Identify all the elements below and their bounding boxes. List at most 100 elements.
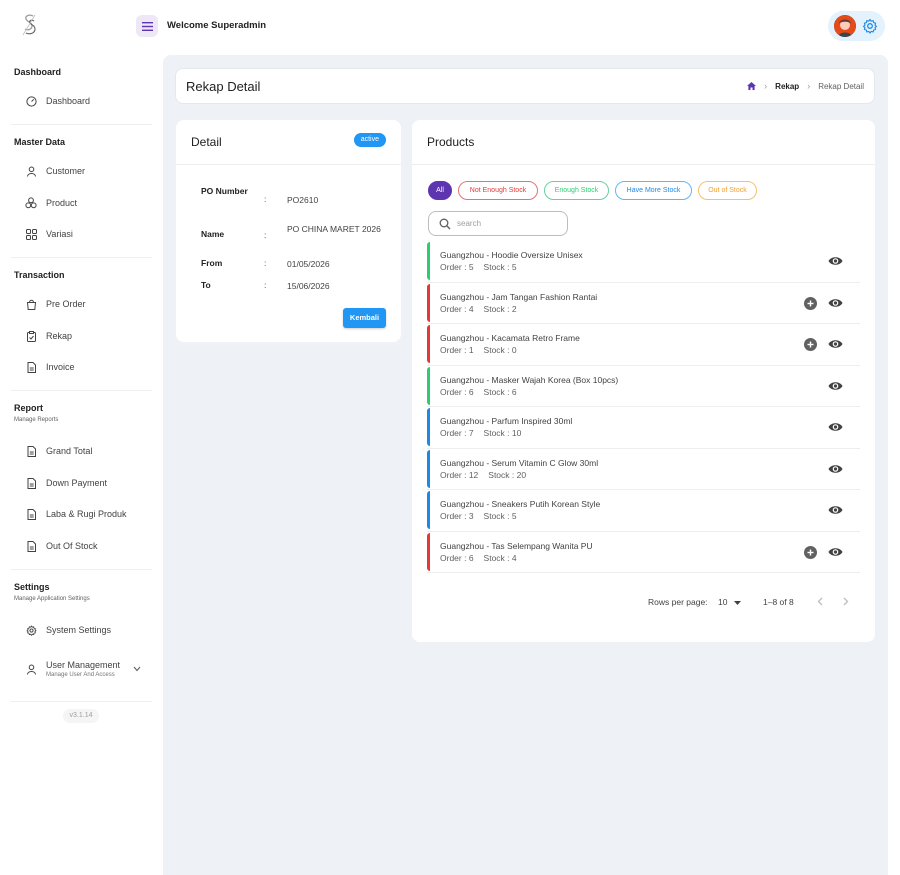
- add-circle-icon[interactable]: [804, 338, 817, 351]
- eye-icon[interactable]: [828, 254, 843, 268]
- add-circle-icon[interactable]: [804, 545, 817, 559]
- sidebar-item-system-settings[interactable]: System Settings: [14, 618, 152, 642]
- product-name: Guangzhou - Tas Selempang Wanita PU: [440, 540, 593, 551]
- colon: :: [264, 258, 267, 268]
- product-name: Guangzhou - Serum Vitamin C Glow 30ml: [440, 457, 599, 468]
- chevron-right-icon: ›: [764, 81, 768, 91]
- sidebar: Dashboard Dashboard Master Data Customer…: [0, 52, 162, 875]
- breadcrumb: › Rekap › Rekap Detail: [747, 81, 864, 91]
- section-title-master-data: Master Data: [14, 137, 66, 147]
- stock-value: 5: [511, 262, 517, 272]
- eye-icon[interactable]: [828, 379, 843, 393]
- sidebar-item-label: Pre Order: [46, 299, 86, 309]
- filter-chip-enough-stock[interactable]: Enough Stock: [544, 181, 609, 200]
- product-row: Guangzhou - Masker Wajah Korea (Box 10pc…: [427, 366, 860, 407]
- eye-icon[interactable]: [828, 462, 843, 476]
- stock-status-bar: [427, 366, 430, 405]
- chevron-down-icon[interactable]: [133, 664, 141, 674]
- stock-status-bar: [427, 532, 430, 571]
- top-bar: Welcome Superadmin: [0, 0, 900, 52]
- card-title: Products: [427, 135, 475, 149]
- po-number-value: PO2610: [287, 195, 319, 205]
- menu-icon: [141, 21, 153, 31]
- prev-page-button[interactable]: [817, 597, 823, 608]
- sidebar-item-rekap[interactable]: Rekap: [14, 324, 152, 348]
- eye-icon[interactable]: [828, 545, 843, 559]
- product-row: Guangzhou - Parfum Inspired 30ml Order : …: [427, 407, 860, 449]
- sidebar-item-product[interactable]: Product: [14, 191, 152, 215]
- filter-chip-not-enough-stock[interactable]: Not Enough Stock: [458, 181, 538, 200]
- product-meta: Order : 7 Stock : 10: [440, 428, 531, 438]
- page-title: Rekap Detail: [186, 79, 261, 94]
- order-count: Order : 1: [440, 345, 474, 355]
- sidebar-item-user-management[interactable]: User Management Manage User And Access: [14, 654, 152, 684]
- stock-count: Stock : 2: [484, 304, 517, 314]
- home-icon[interactable]: [747, 82, 757, 90]
- card-title: Detail: [191, 135, 222, 149]
- profile-menu[interactable]: [828, 11, 885, 41]
- chevron-right-icon: ›: [807, 81, 811, 91]
- name-label: Name: [201, 229, 225, 239]
- report-file-icon: [25, 477, 37, 489]
- welcome-text: Welcome Superadmin: [167, 20, 267, 31]
- filter-chip-have-more-stock[interactable]: Have More Stock: [615, 181, 692, 200]
- filter-chip-all[interactable]: All: [428, 181, 452, 200]
- stock-label: Stock :: [483, 345, 512, 355]
- dashboard-icon: [25, 95, 37, 107]
- sidebar-item-out-of-stock[interactable]: Out Of Stock: [14, 534, 152, 558]
- next-page-button[interactable]: [843, 597, 849, 608]
- product-list: Guangzhou - Hoodie Oversize Unisex Order …: [427, 241, 860, 573]
- colon: :: [264, 230, 267, 240]
- stock-label: Stock :: [483, 428, 512, 438]
- sidebar-item-label: Grand Total: [46, 446, 93, 456]
- order-label: Order :: [440, 511, 469, 521]
- menu-toggle-button[interactable]: [136, 15, 158, 37]
- sidebar-item-variasi[interactable]: Variasi: [14, 222, 152, 246]
- stock-label: Stock :: [483, 386, 512, 397]
- product-row: Guangzhou - Serum Vitamin C Glow 30ml Ord…: [427, 449, 860, 490]
- avatar[interactable]: [834, 15, 856, 37]
- detail-card: Detail active PO Number : PO2610 Name : …: [176, 120, 401, 342]
- logo-icon[interactable]: [20, 13, 38, 37]
- sidebar-item-customer[interactable]: Customer: [14, 159, 152, 183]
- add-circle-icon[interactable]: [804, 296, 817, 310]
- sidebar-item-label: Variasi: [46, 229, 73, 239]
- stock-count: Stock : 0: [484, 345, 517, 355]
- sidebar-item-invoice[interactable]: Invoice: [14, 355, 152, 379]
- stock-label: Stock :: [488, 469, 517, 480]
- filter-chip-out-of-stock[interactable]: Out of Stock: [698, 181, 757, 200]
- sidebar-item-laba-rugi[interactable]: Laba & Rugi Produk: [14, 502, 152, 526]
- order-label: Order :: [440, 262, 469, 272]
- sidebar-item-pre-order[interactable]: Pre Order: [14, 292, 152, 316]
- eye-icon[interactable]: [828, 296, 843, 310]
- sidebar-item-label: System Settings: [46, 625, 112, 635]
- sidebar-item-grand-total[interactable]: Grand Total: [14, 439, 152, 463]
- rows-per-page-select[interactable]: 10: [718, 597, 741, 607]
- product-icon: [25, 197, 37, 209]
- section-title-report: Report: [14, 403, 43, 413]
- search-input[interactable]: search: [428, 211, 568, 236]
- stock-value: 0: [511, 345, 517, 355]
- order-value: 12: [468, 469, 479, 480]
- order-label: Order :: [440, 386, 469, 397]
- back-button[interactable]: Kembali: [343, 308, 386, 328]
- stock-count: Stock : 10: [484, 428, 522, 438]
- pagination-range: 1–8 of 8: [763, 597, 794, 607]
- order-value: 5: [468, 262, 474, 272]
- eye-icon[interactable]: [828, 420, 843, 434]
- order-count: Order : 7: [440, 428, 474, 438]
- from-label: From: [201, 258, 223, 268]
- settings-gear-icon[interactable]: [862, 18, 878, 34]
- products-card: Products All Not Enough Stock Enough Sto…: [412, 120, 875, 642]
- product-meta: Order : 6 Stock : 4: [440, 553, 527, 563]
- sidebar-item-label: Dashboard: [46, 96, 91, 106]
- eye-icon[interactable]: [828, 337, 843, 351]
- eye-icon[interactable]: [828, 503, 843, 517]
- invoice-icon: [25, 361, 37, 373]
- section-title-transaction: Transaction: [14, 270, 65, 280]
- stock-value: 5: [511, 511, 517, 521]
- section-subtitle-settings: Manage Application Settings: [14, 596, 90, 602]
- sidebar-item-down-payment[interactable]: Down Payment: [14, 471, 152, 495]
- sidebar-item-dashboard[interactable]: Dashboard: [14, 89, 152, 113]
- breadcrumb-link-rekap[interactable]: Rekap: [775, 82, 799, 91]
